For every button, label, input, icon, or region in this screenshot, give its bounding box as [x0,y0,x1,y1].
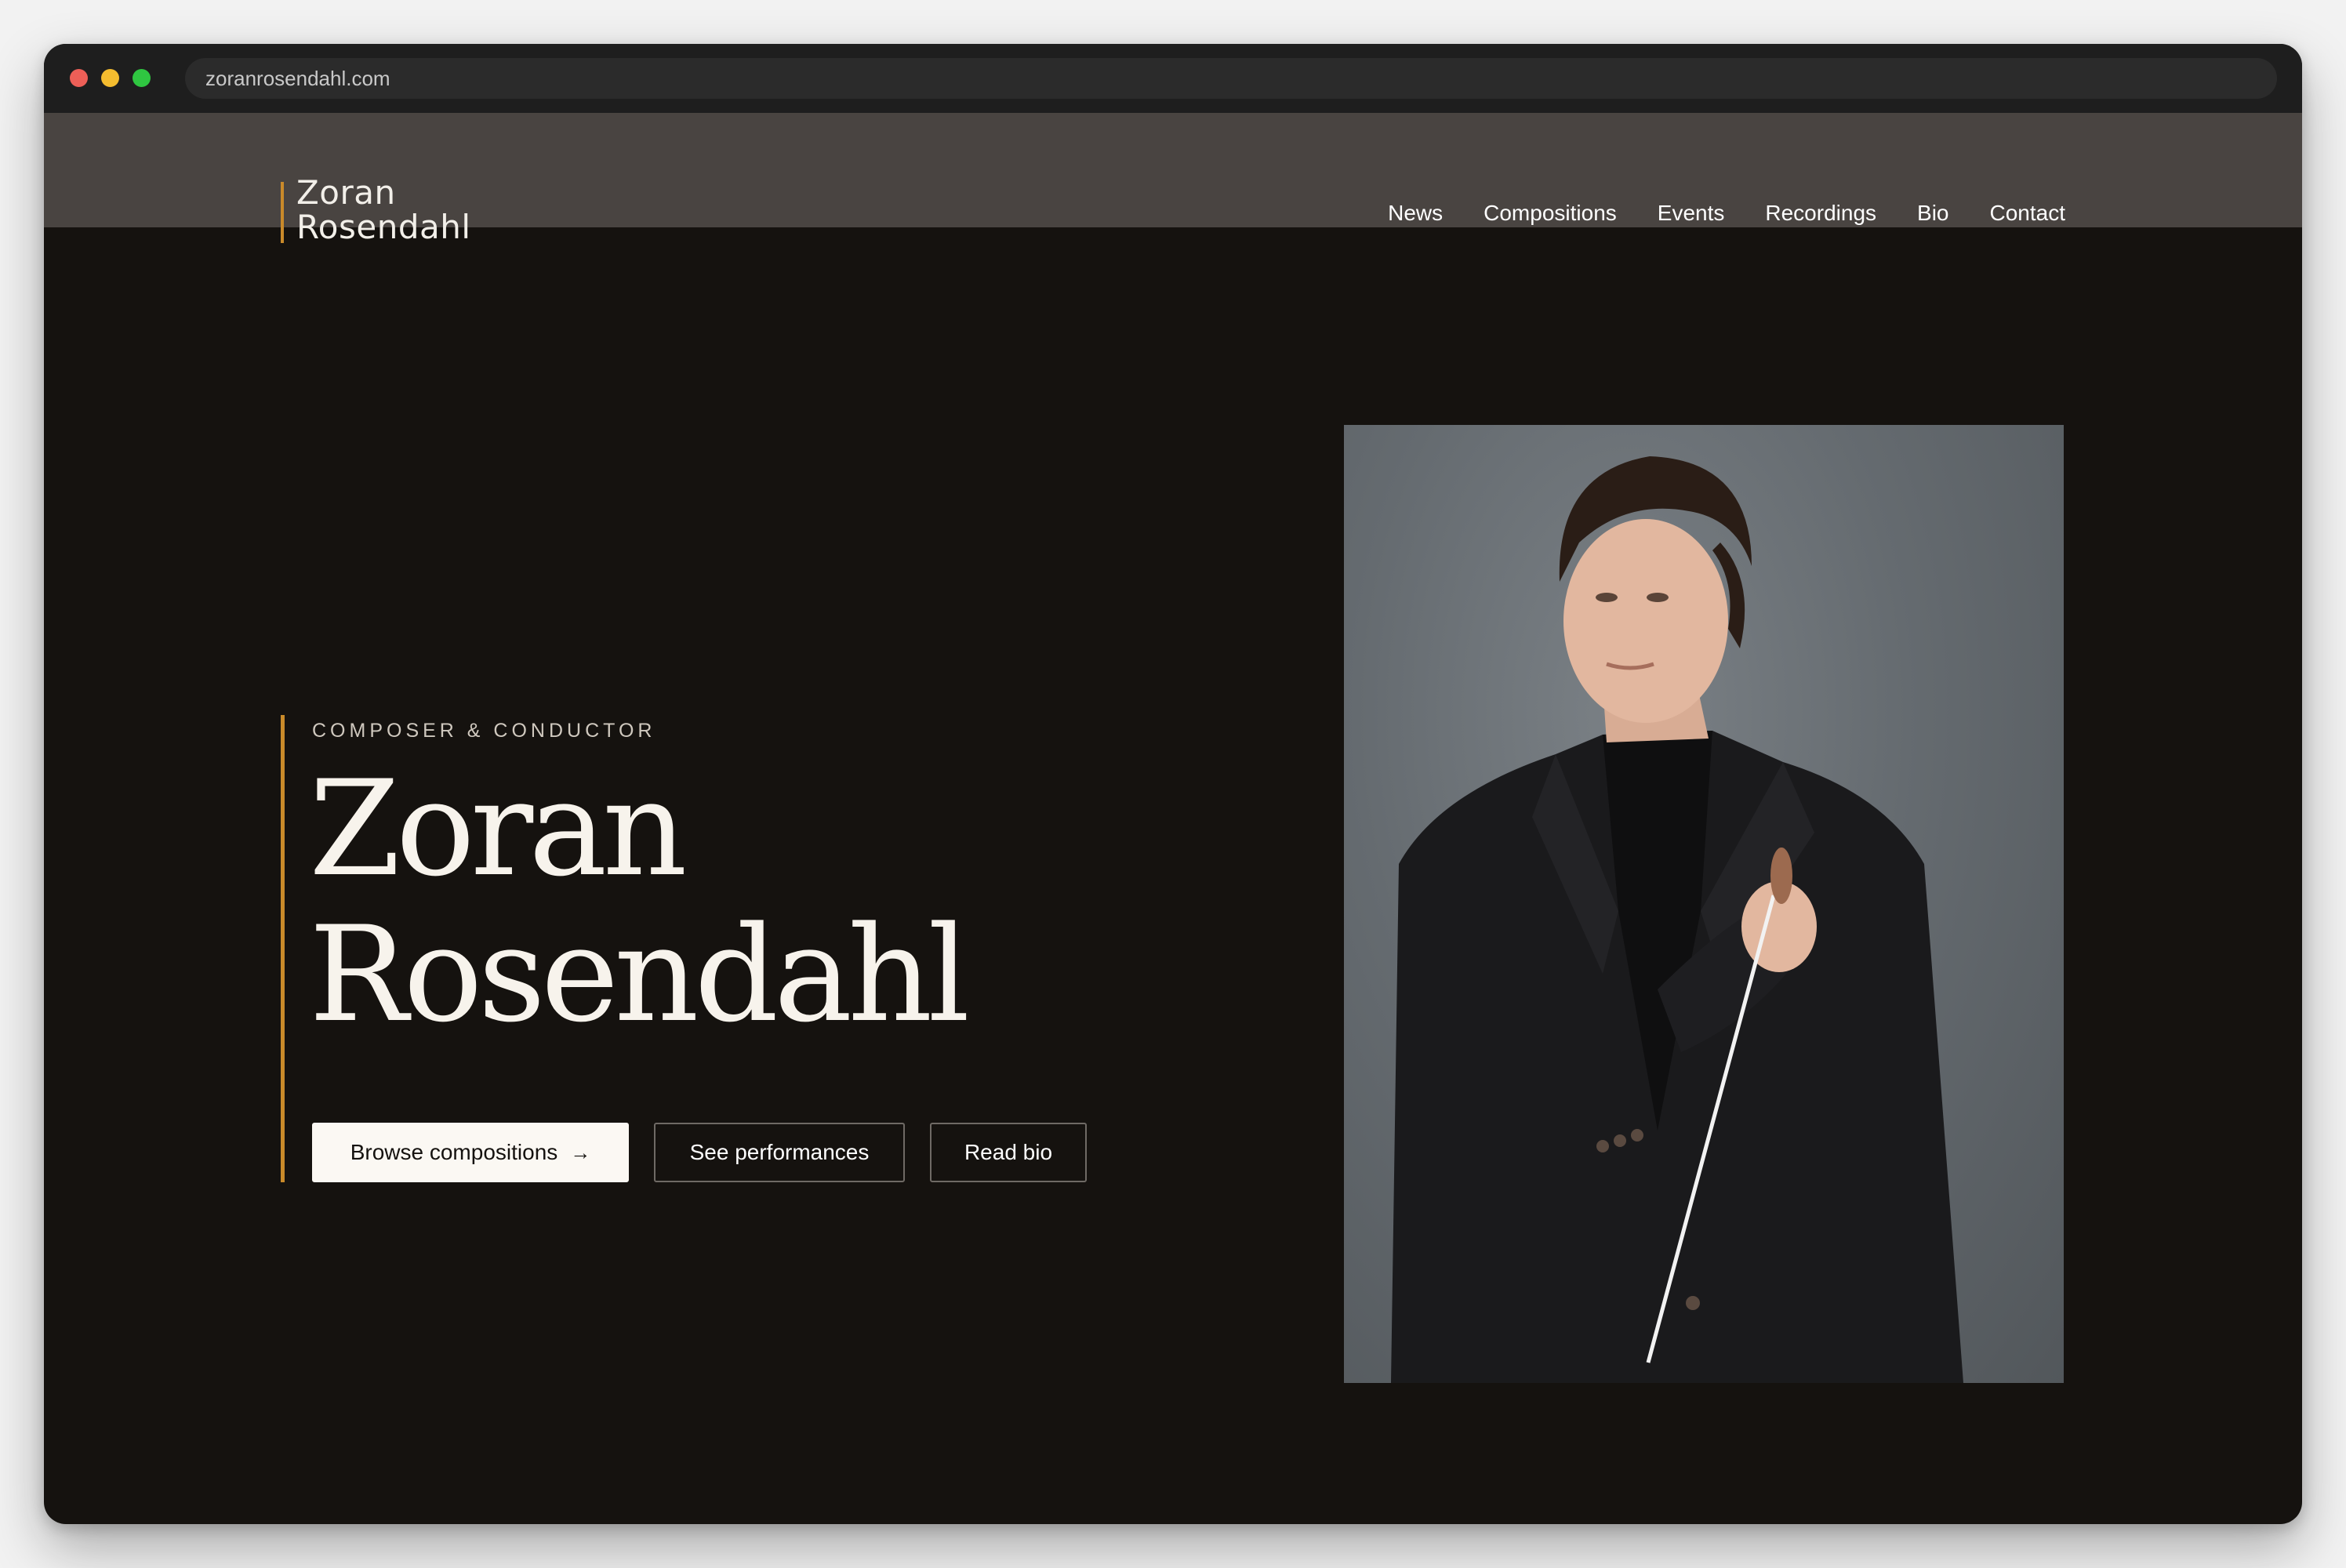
portrait-illustration [1391,456,1963,1383]
nav-contact[interactable]: Contact [1990,198,2066,229]
arrow-right-icon: → [570,1141,591,1164]
nav-recordings[interactable]: Recordings [1765,198,1876,229]
logo-line-1: Zoran [296,173,396,212]
hero-title: Zoran Rosendahl [309,752,970,1051]
nav-bio[interactable]: Bio [1917,198,1948,229]
portrait-photo [1344,425,2064,1383]
nav-compositions[interactable]: Compositions [1484,198,1617,229]
nav-news[interactable]: News [1388,198,1443,229]
hero-eyebrow: COMPOSER & CONDUCTOR [312,720,656,742]
hero-accent-rule [281,715,285,1182]
browser-window: zoranrosendahl.com Zoran Rosendahl News … [44,44,2302,1524]
browse-compositions-label: Browse compositions [350,1140,558,1164]
browse-compositions-button[interactable]: Browse compositions → [312,1123,629,1182]
main-nav: News Compositions Events Recordings Bio … [1388,198,2065,229]
see-performances-button[interactable]: See performances [654,1123,905,1182]
close-window-icon[interactable] [70,69,88,87]
browser-titlebar: zoranrosendahl.com [44,44,2302,113]
minimize-window-icon[interactable] [101,69,119,87]
logo-accent-bar [281,182,284,243]
logo-line-2: Rosendahl [296,208,471,246]
hero-title-line-1: Zoran [309,752,688,906]
site-logo[interactable]: Zoran Rosendahl [296,176,471,245]
maximize-window-icon[interactable] [133,69,151,87]
nav-events[interactable]: Events [1658,198,1725,229]
address-bar[interactable]: zoranrosendahl.com [185,58,2277,99]
hero-title-line-2: Rosendahl [309,898,970,1051]
read-bio-button[interactable]: Read bio [930,1123,1087,1182]
